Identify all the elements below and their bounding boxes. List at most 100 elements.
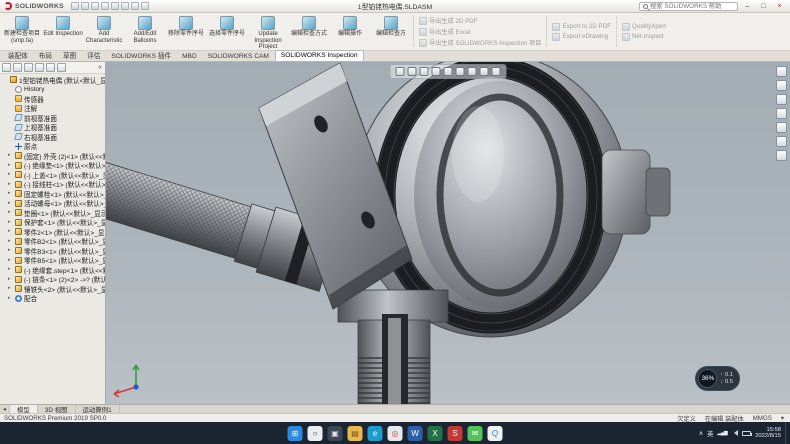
add-edit-balloons-button[interactable]: Add/Edit Balloons [125,14,165,49]
search-input[interactable] [650,3,734,10]
options-icon[interactable] [141,2,149,10]
feature-tree-item[interactable]: 原点 [0,142,105,152]
feature-tree-item[interactable]: (-) 绝缘套.step<1> (默认<<默认>_显示 [0,265,105,275]
property-manager-tab-icon[interactable] [13,63,22,72]
export-menu-item[interactable]: Export to 2D PDF [552,23,611,31]
dimxpert-manager-tab-icon[interactable] [35,63,44,72]
command-tab[interactable]: 草图 [58,49,81,61]
screen-overlay-badge[interactable]: 36% ↑ 0.1 ↓ 0.5 [695,366,740,391]
edit-inspection-button[interactable]: 编辑检查方 [371,14,411,49]
battery-icon[interactable] [742,431,751,436]
redo-icon[interactable] [121,2,129,10]
task-view-icon[interactable]: ▣ [328,426,343,441]
edit-inspection-method-button[interactable]: 编辑检查方式 [289,14,329,49]
qq-icon[interactable]: Q [488,426,503,441]
help-search-box[interactable] [639,2,738,11]
open-icon[interactable] [81,2,89,10]
add-characteristic-button[interactable]: Add Characteristic [84,14,124,49]
undo-icon[interactable] [111,2,119,10]
view-palette-tab-icon[interactable] [776,108,787,119]
clock[interactable]: 15:58 2022/8/15 [755,427,781,440]
word-icon[interactable]: W [408,426,423,441]
command-tab[interactable]: MBD [177,52,202,61]
start-icon[interactable]: ⊞ [288,426,303,441]
network-icon[interactable]: ▂▄▆ [717,430,727,436]
command-tab[interactable]: SOLIDWORKS Inspection [275,50,364,61]
command-tab[interactable]: SOLIDWORKS 插件 [106,49,176,61]
feature-tree-item[interactable]: 零件B5<1> (默认<<默认>_显示状态 [0,256,105,266]
feature-tree-item[interactable]: 保护套<1> (默认<<默认>_显示状态 [0,218,105,228]
feature-tree-item[interactable]: (-) 链条<1> (2)<2> ->? (默认<<默认>_显 [0,275,105,285]
export-menu-item[interactable]: Export eDrawing [552,33,611,41]
minimize-button[interactable]: – [741,1,754,12]
feature-tree-item[interactable]: 零件2<1> (默认<<默认>_显示状态 [0,227,105,237]
hide-show-items-icon[interactable] [468,67,477,76]
excel-icon[interactable]: X [428,426,443,441]
command-tab[interactable]: SOLIDWORKS CAM [203,52,274,61]
zoom-to-fit-icon[interactable] [396,67,405,76]
view-orientation-icon[interactable] [444,67,453,76]
status-item[interactable]: MMGS [753,415,772,422]
design-library-tab-icon[interactable] [776,80,787,91]
feature-manager-tab-icon[interactable] [2,63,11,72]
chrome-icon[interactable]: ◎ [388,426,403,441]
ime-indicator[interactable]: 英 [707,429,713,438]
previous-view-icon[interactable] [420,67,429,76]
maximize-button[interactable]: □ [757,1,770,12]
edit-appearance-icon[interactable] [480,67,489,76]
edit-inspection-button[interactable]: Edit Inspection [43,14,83,49]
solidworks-forum-tab-icon[interactable] [776,150,787,161]
section-view-icon[interactable] [432,67,441,76]
graphics-area[interactable]: 36% ↑ 0.1 ↓ 0.5 [106,62,790,404]
feature-tree-item[interactable]: 镶铁头<2> (默认<<默认>_显示状态 [0,284,105,294]
feature-tree-item[interactable]: 配合 [0,294,105,304]
remove-balloons-button[interactable]: 移除零件序号 [166,14,206,49]
zoom-area-icon[interactable] [408,67,417,76]
tray-chevron-icon[interactable]: ∧ [699,430,704,437]
quality-menu-item[interactable]: Net-Inspect [622,33,666,41]
command-tab[interactable]: 布局 [34,49,57,61]
new-inspection-project-button[interactable]: 新建检查项目 (smp.fa) [2,14,42,49]
update-inspection-project-button[interactable]: Update Inspection Project [248,14,288,49]
command-tab[interactable]: 评估 [82,49,105,61]
appearances-scenes-tab-icon[interactable] [776,122,787,133]
document-tab[interactable]: 3D 视图 [38,405,76,413]
solidworks-icon[interactable]: S [448,426,463,441]
collapse-panel-button[interactable]: « [98,64,103,71]
custom-properties-tab-icon[interactable] [776,136,787,147]
edit-operation-button[interactable]: 编辑操作 [330,14,370,49]
print-icon[interactable] [101,2,109,10]
feature-tree-item[interactable]: (-) 接线柱<1> (默认<<默认>_显示状态 [0,180,105,190]
save-icon[interactable] [91,2,99,10]
search-icon[interactable]: ○ [308,426,323,441]
display-style-icon[interactable] [456,67,465,76]
wechat-icon[interactable]: ✉ [468,426,483,441]
feature-tree-item[interactable]: 前视基准面 [0,113,105,123]
command-tab[interactable]: 装配体 [3,49,33,61]
file-explorer-tab-icon[interactable] [776,94,787,105]
new-icon[interactable] [71,2,79,10]
show-desktop-button[interactable] [785,422,788,444]
solidworks-resources-tab-icon[interactable] [776,66,787,77]
3d-model-canvas[interactable] [106,62,790,404]
export-menu-item[interactable]: 导出生成 2D PDF [419,16,541,25]
document-tab[interactable]: 运动算例1 [76,405,120,413]
export-menu-item[interactable]: 导出生成 SOLIDWORKS Inspection 项目 [419,38,541,47]
feature-tree-item[interactable]: 垫圈<1> (默认<<默认>_显示状态 [0,208,105,218]
feature-tree-item[interactable]: 固定螺栓<1> (默认<<默认>_显示状态 [0,189,105,199]
feature-tree-item[interactable]: 右视基准面 [0,132,105,142]
feature-tree-item[interactable]: (固定) 外壳 (2)<1> (默认<<默认>_显示状态 [0,151,105,161]
file-explorer-icon[interactable]: ▤ [348,426,363,441]
feature-tree-item[interactable]: 注解 [0,104,105,114]
feature-tree-item[interactable]: 上视基准面 [0,123,105,133]
feature-tree-item[interactable]: (-) 绝缘垫<1> (默认<<默认>_显示状态 [0,161,105,171]
display-manager-tab-icon[interactable] [46,63,55,72]
feature-tree-item[interactable]: 零件B2<1> (默认<<默认>_显示状态 [0,237,105,247]
close-button[interactable]: × [773,1,786,12]
configuration-manager-tab-icon[interactable] [24,63,33,72]
select-balloons-button[interactable]: 选择零件序号 [207,14,247,49]
quality-menu-item[interactable]: QualityXpert [622,23,666,31]
volume-icon[interactable] [731,430,738,436]
feature-tree-item[interactable]: 零件B3<1> (默认<<默认>_显示状态 [0,246,105,256]
feature-tree-item[interactable]: 1型铂铑热电偶 (默认<默认_显示状态-1>) [0,75,105,85]
